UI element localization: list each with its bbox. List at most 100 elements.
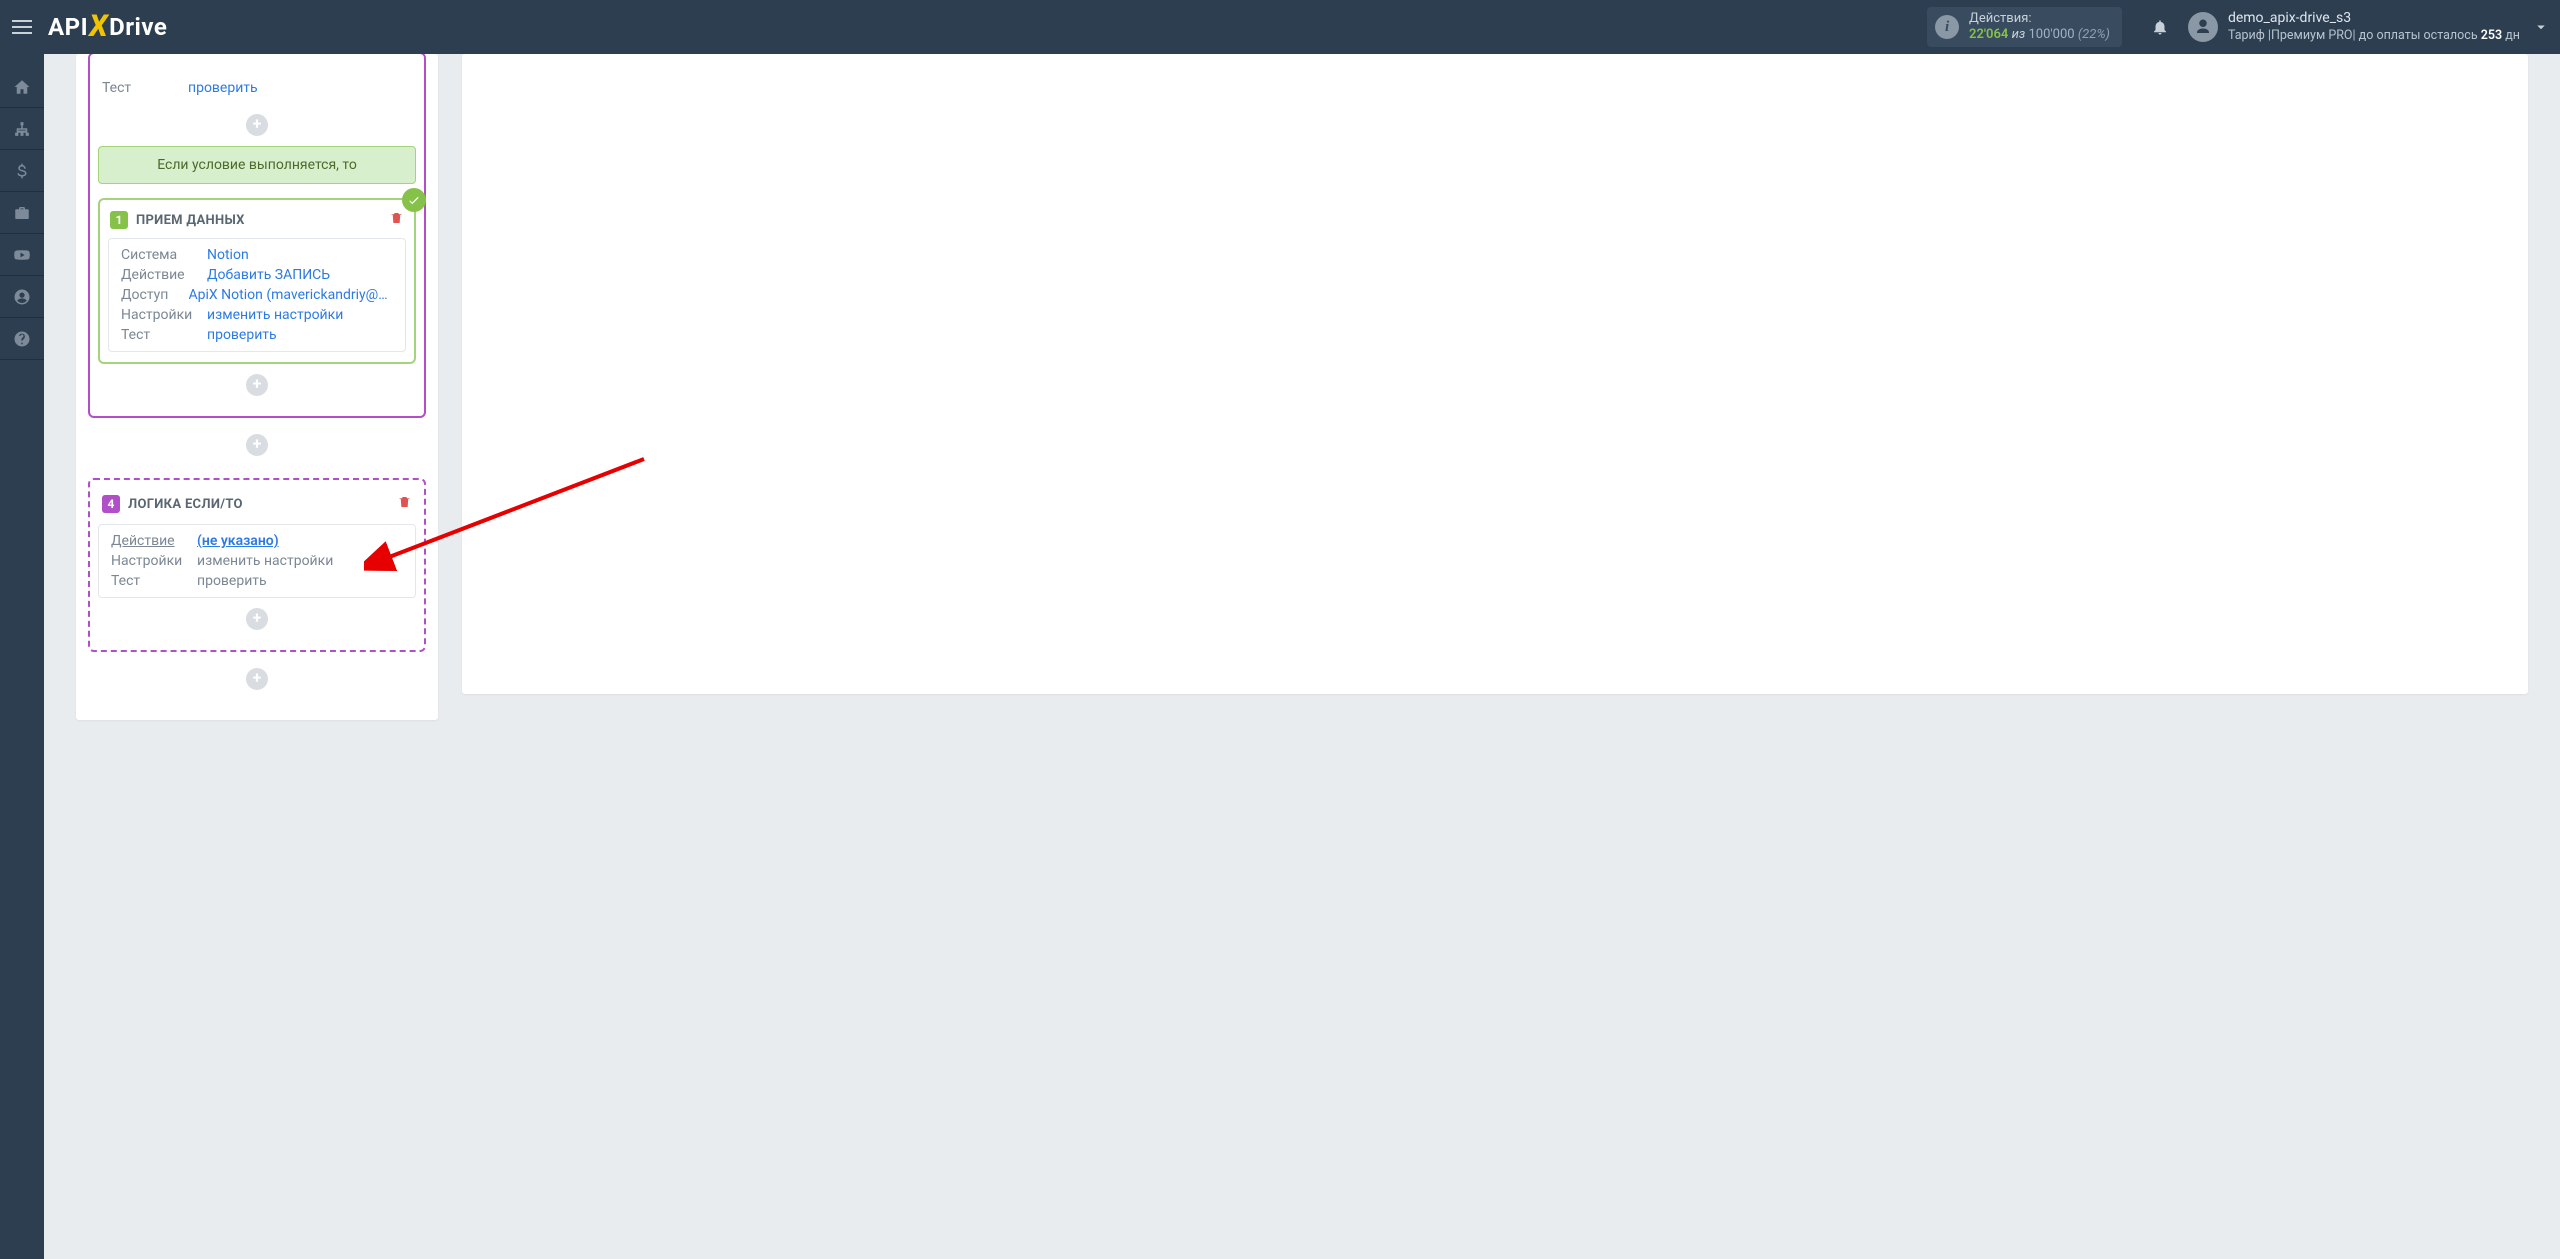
notifications-button[interactable] [2140, 18, 2180, 36]
stats-used: 22'064 [1969, 27, 2008, 42]
user-icon [2194, 18, 2212, 36]
block-title: ПРИЕМ ДАННЫХ [136, 213, 245, 228]
logic-block-outer: Настройки изменить настройки Тест провер… [88, 54, 426, 418]
chevron-down-icon [2532, 18, 2550, 36]
row-label: Тест [102, 80, 188, 96]
top-partial-body: Настройки изменить настройки Тест провер… [90, 54, 424, 104]
logo-drive-text: Drive [109, 13, 167, 41]
plan-name: Премиум PRO [2271, 28, 2353, 43]
info-icon: i [1935, 15, 1959, 39]
plan-days: 253 [2481, 28, 2502, 43]
plan-suffix: дн [2502, 28, 2520, 43]
row-link-system[interactable]: Notion [207, 247, 249, 263]
row-link-settings[interactable]: изменить настройки [207, 307, 343, 323]
row-label: Доступ [121, 287, 189, 303]
stats-label: Действия: [1969, 11, 2110, 27]
row-link-action-unset[interactable]: (не указано) [197, 533, 279, 549]
row-label: Действие [111, 533, 197, 549]
user-name: demo_apix-drive_s3 [2228, 10, 2520, 28]
home-icon [13, 78, 31, 96]
row-link-action[interactable]: Добавить ЗАПИСЬ [207, 267, 330, 283]
stats-values: 22'064 из 100'000 (22%) [1969, 27, 2110, 43]
bell-icon [2151, 18, 2169, 36]
sidebar [0, 54, 44, 1259]
youtube-icon [13, 246, 31, 264]
stats-pct: (22%) [2078, 27, 2110, 42]
add-step-button[interactable]: + [246, 434, 268, 456]
check-icon [407, 193, 421, 207]
top-partial-row-settings: Настройки изменить настройки [90, 60, 424, 78]
row-test: Тестпроверить [99, 571, 415, 591]
row-access: ДоступApiX Notion (maverickandriy@gmail.… [109, 285, 405, 305]
row-label: Настройки [111, 553, 197, 569]
user-text: demo_apix-drive_s3 Тариф |Премиум PRO| д… [2228, 10, 2520, 43]
header-expand[interactable] [2532, 18, 2550, 40]
condition-banner: Если условие выполняется, то [98, 146, 416, 184]
status-badge [402, 188, 426, 212]
block-header: 1 ПРИЕМ ДАННЫХ [100, 200, 414, 238]
data-receive-block: 1 ПРИЕМ ДАННЫХ СистемаNotion ДействиеДоб… [98, 198, 416, 364]
logic-if-block: 4 ЛОГИКА ЕСЛИ/ТО Действие(не указано) На… [88, 478, 426, 652]
row-test: Тестпроверить [109, 325, 405, 345]
menu-toggle[interactable] [0, 0, 44, 54]
logo[interactable]: APIXDrive [48, 10, 167, 45]
plan-prefix: Тариф | [2228, 28, 2271, 43]
dollar-icon [13, 162, 31, 180]
row-text-test: проверить [197, 573, 267, 589]
app-header: APIXDrive i Действия: 22'064 из 100'000 … [0, 0, 2560, 54]
help-icon [13, 330, 31, 348]
row-label: Тест [121, 327, 207, 343]
header-right: i Действия: 22'064 из 100'000 (22%) demo… [1927, 0, 2560, 54]
add-step-button[interactable]: + [246, 374, 268, 396]
add-step-button[interactable]: + [246, 608, 268, 630]
user-menu[interactable]: demo_apix-drive_s3 Тариф |Премиум PRO| д… [2188, 10, 2560, 43]
block-header: 4 ЛОГИКА ЕСЛИ/ТО [98, 488, 416, 524]
briefcase-icon [13, 204, 31, 222]
block-number-badge: 1 [110, 211, 128, 229]
add-step-button[interactable]: + [246, 668, 268, 690]
sidebar-item-home[interactable] [0, 66, 44, 108]
stats-iz: из [2012, 27, 2026, 42]
row-label: Тест [111, 573, 197, 589]
hamburger-icon [12, 20, 32, 34]
block-number-badge: 4 [102, 495, 120, 513]
row-settings: Настройкиизменить настройки [99, 551, 415, 571]
workflow-column: Настройки изменить настройки Тест провер… [76, 54, 438, 720]
stats-box[interactable]: i Действия: 22'064 из 100'000 (22%) [1927, 7, 2122, 47]
row-link-check[interactable]: проверить [188, 80, 258, 96]
delete-block-button[interactable] [397, 494, 412, 514]
sidebar-item-connections[interactable] [0, 108, 44, 150]
delete-block-button[interactable] [389, 210, 404, 230]
main-content: Настройки изменить настройки Тест провер… [44, 54, 2560, 1259]
block-body: Действие(не указано) Настройкиизменить н… [98, 524, 416, 598]
logo-x-text: X [89, 9, 108, 44]
plan-mid: | до оплаты осталось [2353, 28, 2481, 43]
trash-icon [397, 494, 412, 510]
top-partial-row-test: Тест проверить [90, 78, 424, 98]
user-circle-icon [13, 288, 31, 306]
trash-icon [389, 210, 404, 226]
stats-max: 100'000 [2028, 27, 2074, 42]
sidebar-item-account[interactable] [0, 276, 44, 318]
sidebar-item-video[interactable] [0, 234, 44, 276]
sidebar-item-briefcase[interactable] [0, 192, 44, 234]
row-action: ДействиеДобавить ЗАПИСЬ [109, 265, 405, 285]
sidebar-item-billing[interactable] [0, 150, 44, 192]
block-title: ЛОГИКА ЕСЛИ/ТО [128, 497, 243, 512]
row-system: СистемаNotion [109, 245, 405, 265]
row-link-test[interactable]: проверить [207, 327, 277, 343]
row-action: Действие(не указано) [99, 531, 415, 551]
sidebar-item-help[interactable] [0, 318, 44, 360]
sitemap-icon [13, 120, 31, 138]
stats-text: Действия: 22'064 из 100'000 (22%) [1969, 11, 2110, 42]
block-body: СистемаNotion ДействиеДобавить ЗАПИСЬ До… [108, 238, 406, 352]
row-label: Система [121, 247, 207, 263]
add-step-button[interactable]: + [246, 114, 268, 136]
row-label: Действие [121, 267, 207, 283]
row-link-access[interactable]: ApiX Notion (maverickandriy@gmail.com) [189, 287, 393, 303]
row-settings: Настройкиизменить настройки [109, 305, 405, 325]
avatar [2188, 12, 2218, 42]
row-label: Настройки [121, 307, 207, 323]
logo-api-text: API [48, 13, 88, 41]
user-plan: Тариф |Премиум PRO| до оплаты осталось 2… [2228, 28, 2520, 44]
